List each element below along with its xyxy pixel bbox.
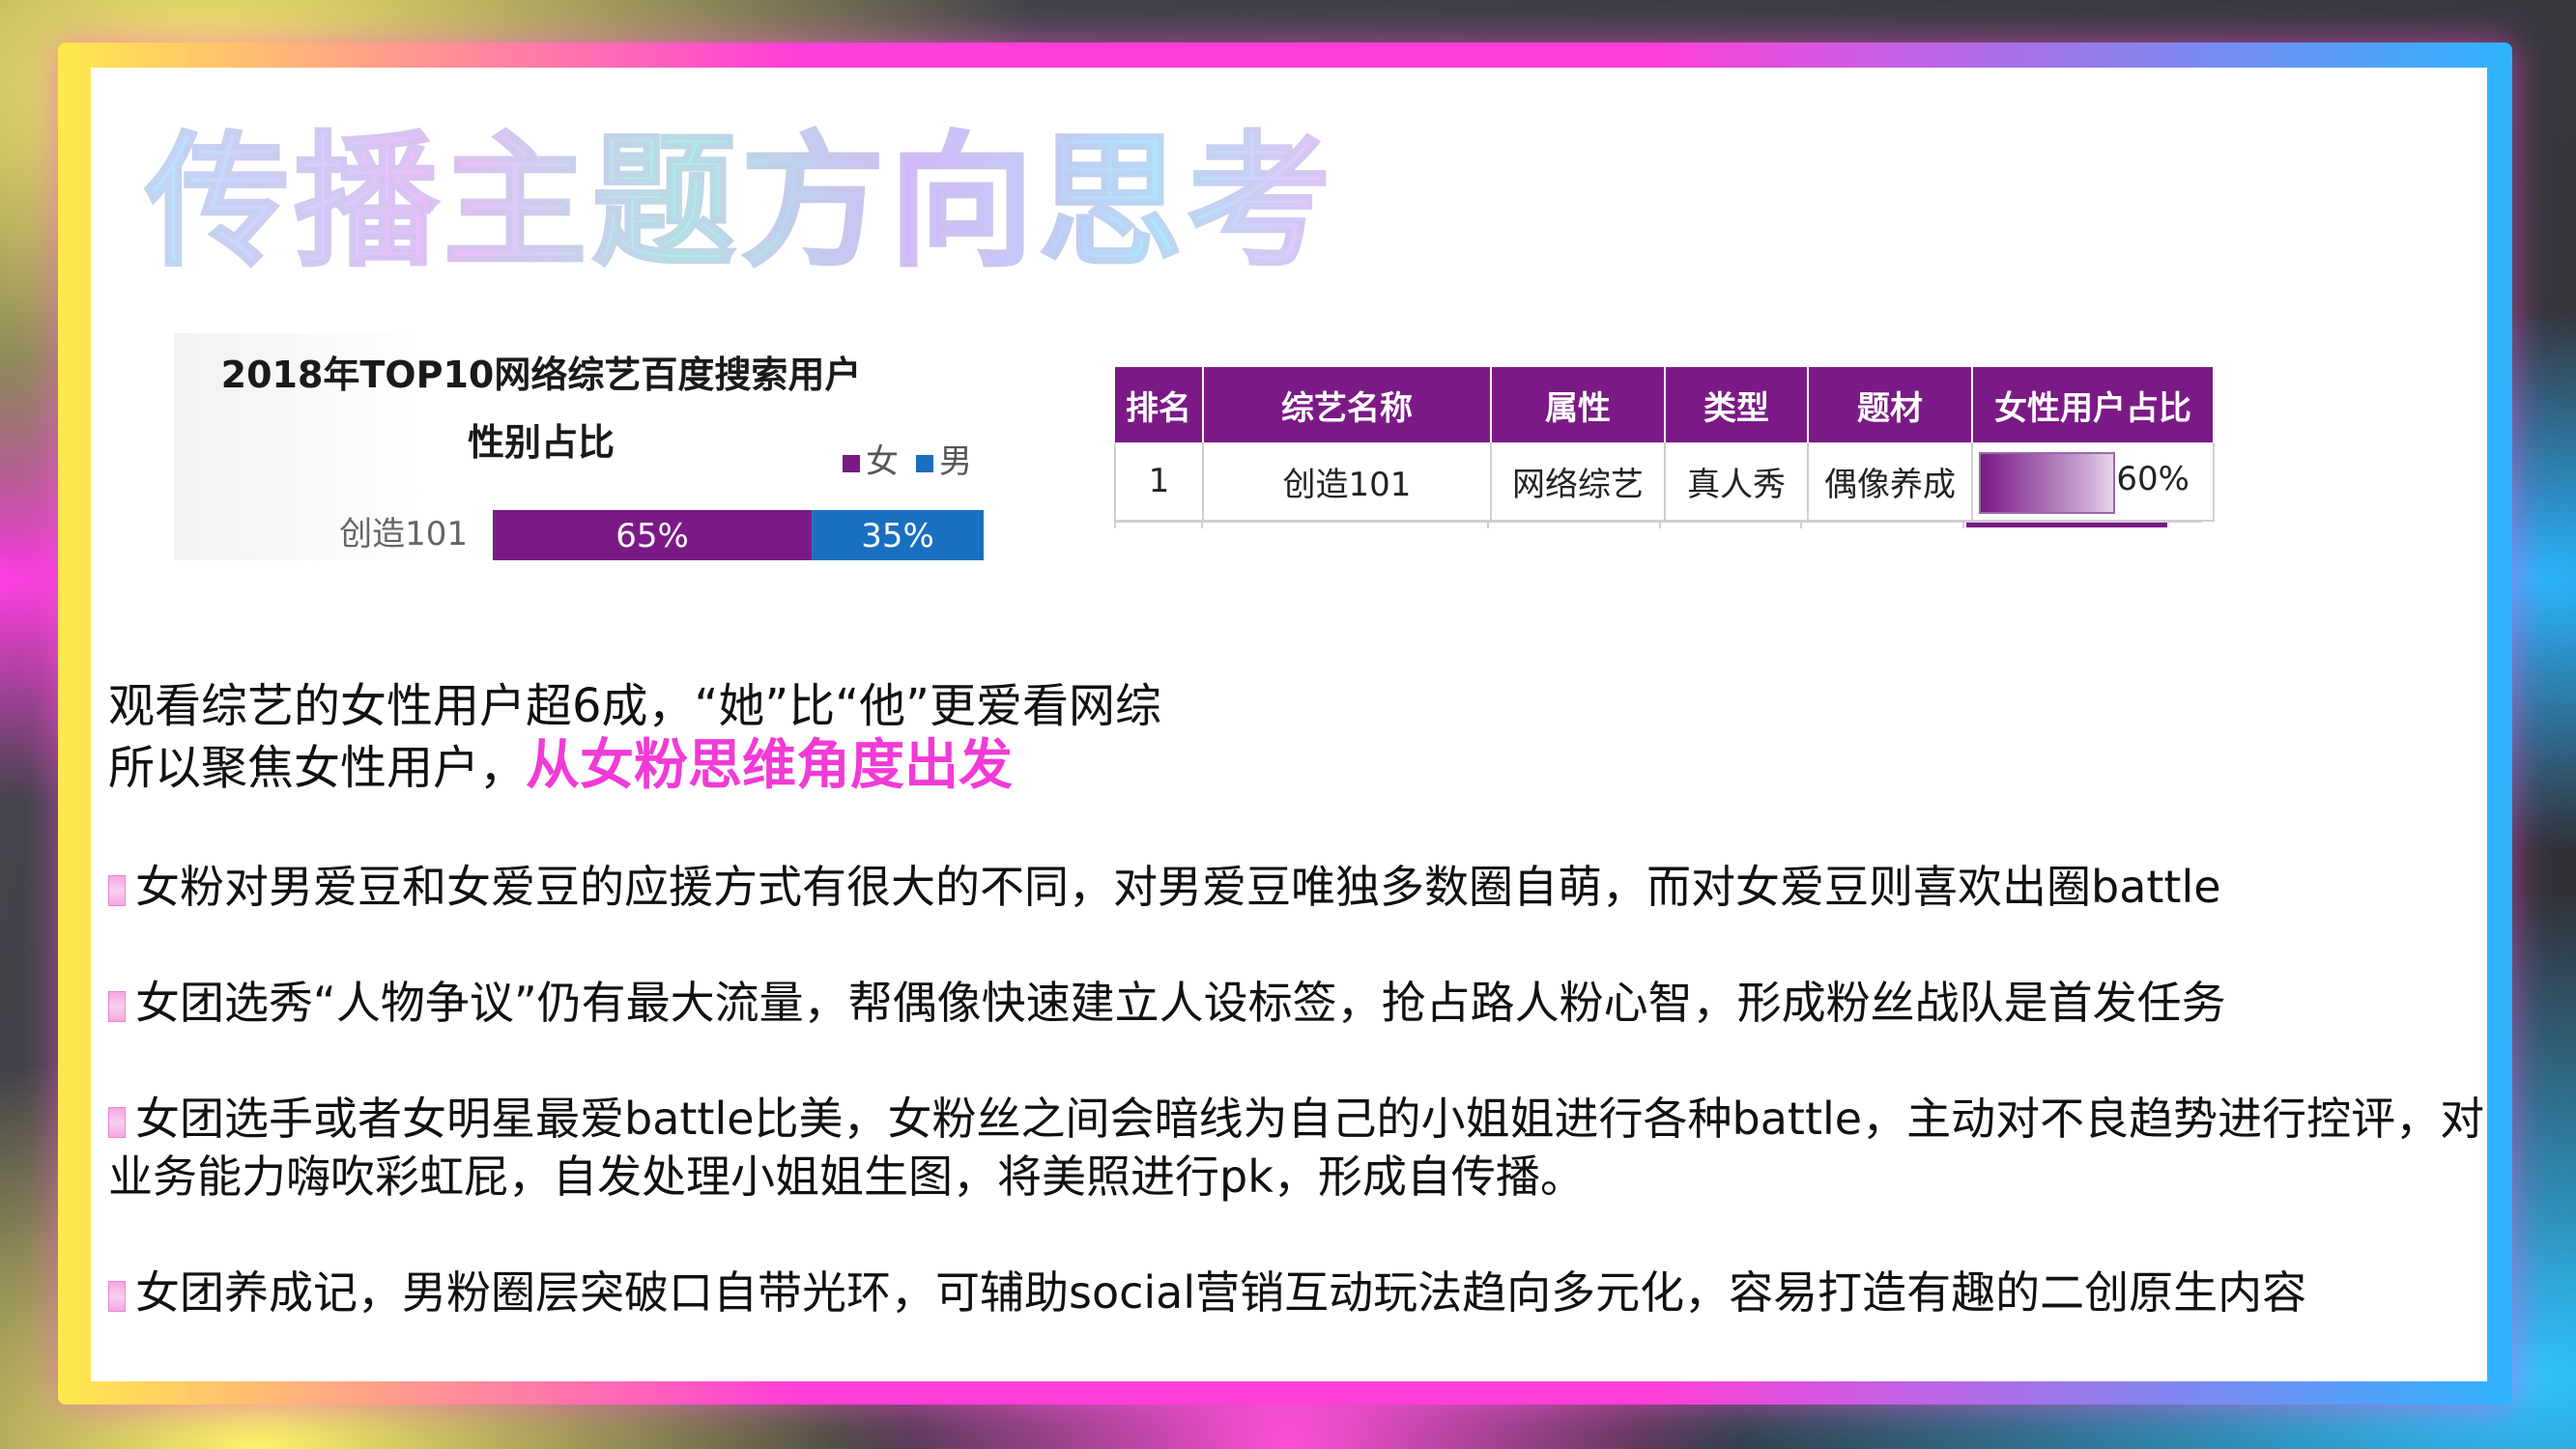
cell-female-pct: 60% xyxy=(1972,442,2215,522)
data-label-female: 65% xyxy=(615,517,689,555)
stub-divider xyxy=(1201,523,1203,528)
bullet-marker-icon xyxy=(108,874,126,906)
cell-attr: 网络综艺 xyxy=(1491,442,1666,522)
list-item: 女团选秀“人物争议”仍有最大流量，帮偶像快速建立人设标签，抢占路人粉心智，形成粉… xyxy=(108,974,2485,1032)
intro-line-1: 观看综艺的女性用户超6成，“她”比“他”更爱看网综 xyxy=(108,679,1162,733)
cell-name: 创造101 xyxy=(1203,442,1492,522)
bullet-marker-icon xyxy=(108,1280,126,1312)
intro-line-2: 所以聚焦女性用户，从女粉思维角度出发 xyxy=(108,736,1161,798)
stub-divider xyxy=(1659,523,1661,528)
bullet-text: 女团选手或者女明星最爱battle比美，女粉丝之间会暗线为自己的小姐姐进行各种b… xyxy=(108,1093,2485,1203)
bullet-marker-icon xyxy=(108,990,126,1022)
col-header-name: 综艺名称 xyxy=(1203,367,1492,442)
data-label-male: 35% xyxy=(861,517,934,555)
stub-divider xyxy=(1800,523,1802,528)
bullet-marker-icon xyxy=(108,1106,126,1138)
category-label: 创造101 xyxy=(339,515,468,554)
bullet-text: 女团养成记，男粉圈层突破口自带光环，可辅助social营销互动玩法趋向多元化，容… xyxy=(135,1266,2307,1319)
col-header-type: 类型 xyxy=(1665,367,1809,442)
cell-type: 真人秀 xyxy=(1665,442,1809,522)
female-pct-label: 60% xyxy=(2116,460,2190,498)
list-item: 女团养成记，男粉圈层突破口自带光环，可辅助social营销互动玩法趋向多元化，容… xyxy=(108,1264,2485,1321)
intro-highlight: 从女粉思维角度出发 xyxy=(526,734,1014,797)
table-row: 1 创造101 网络综艺 真人秀 偶像养成 60% xyxy=(1114,442,2215,522)
col-header-female-pct: 女性用户占比 xyxy=(1972,367,2215,442)
col-header-attr: 属性 xyxy=(1491,367,1666,442)
bullet-text: 女粉对男爱豆和女爱豆的应援方式有很大的不同，对男爱豆唯独多数圈自萌，而对女爱豆则… xyxy=(135,861,2221,913)
table-next-row-stub xyxy=(1114,521,2202,528)
female-pct-bar xyxy=(1979,452,2115,514)
intro-line-2-prefix: 所以聚焦女性用户， xyxy=(108,741,527,795)
gender-ratio-chart: 2018年TOP10网络综艺百度搜索用户 性别占比 女 男 创造101 65% 35… xyxy=(174,333,1007,560)
col-header-theme: 题材 xyxy=(1808,367,1973,442)
cell-theme: 偶像养成 xyxy=(1808,442,1973,522)
bullet-text: 女团选秀“人物争议”仍有最大流量，帮偶像快速建立人设标签，抢占路人粉心智，形成粉… xyxy=(135,977,2226,1029)
list-item: 女团选手或者女明星最爱battle比美，女粉丝之间会暗线为自己的小姐姐进行各种b… xyxy=(108,1090,2485,1206)
col-header-rank: 排名 xyxy=(1115,367,1204,442)
cell-rank: 1 xyxy=(1114,442,1204,522)
stub-divider xyxy=(1962,523,1964,528)
chart-plot: 创造101 65% 35% xyxy=(339,510,984,560)
stub-divider xyxy=(1114,523,1116,528)
stub-pct-bar xyxy=(1966,523,2167,527)
variety-table: 排名 综艺名称 属性 类型 题材 女性用户占比 1 创造101 网络综艺 真人秀… xyxy=(1114,367,2215,522)
intro-text: 观看综艺的女性用户超6成，“她”比“他”更爱看网综 所以聚焦女性用户，从女粉思维… xyxy=(108,676,1161,798)
stub-divider xyxy=(1487,523,1489,528)
table-header-row: 排名 综艺名称 属性 类型 题材 女性用户占比 xyxy=(1115,367,2215,442)
slide-title: 传播主题方向思考 xyxy=(144,85,1335,295)
list-item: 女粉对男爱豆和女爱豆的应援方式有很大的不同，对男爱豆唯独多数圈自萌，而对女爱豆则… xyxy=(108,858,2485,916)
